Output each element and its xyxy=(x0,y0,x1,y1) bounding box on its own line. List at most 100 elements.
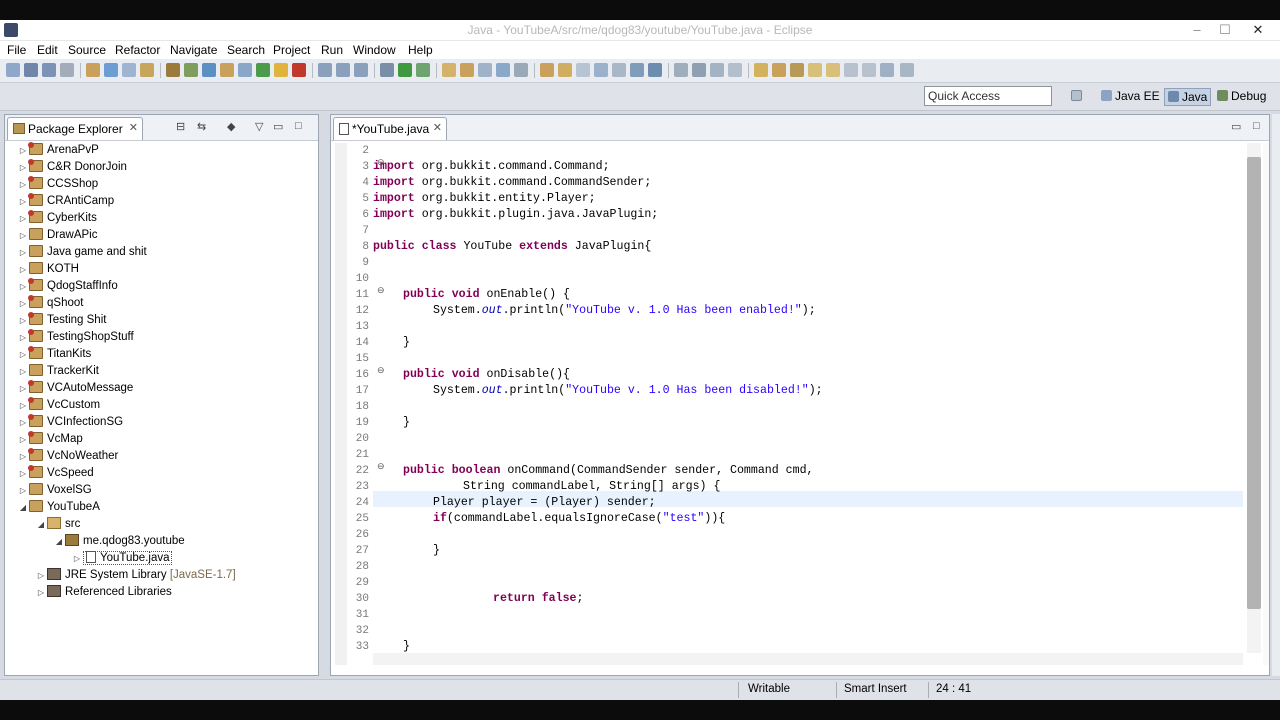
perspective-java-ee[interactable]: Java EE xyxy=(1098,88,1163,106)
view-menu-chevron-down-icon[interactable]: ▽ xyxy=(255,120,263,133)
new-folder-icon[interactable] xyxy=(220,63,234,77)
word-wrap-icon[interactable] xyxy=(710,63,724,77)
skip-breakpoints-icon[interactable] xyxy=(238,63,252,77)
expand-arrow-icon[interactable]: ▷ xyxy=(71,550,83,567)
menu-edit[interactable]: Edit xyxy=(37,43,58,57)
tree-item-project[interactable]: ▷ VoxelSG xyxy=(17,482,92,499)
expand-arrow-icon[interactable]: ▷ xyxy=(17,482,29,499)
expand-arrow-icon[interactable]: ▷ xyxy=(35,567,47,584)
tree-item-project[interactable]: ▷ CRAntiCamp xyxy=(17,193,114,210)
selected-file[interactable]: YouTube.java xyxy=(83,551,173,565)
open-file-icon[interactable] xyxy=(558,63,572,77)
previous-annotation-icon[interactable] xyxy=(772,63,786,77)
save-all-icon[interactable] xyxy=(42,63,56,77)
menu-project[interactable]: Project xyxy=(273,43,310,57)
step-over-icon[interactable] xyxy=(336,63,350,77)
perspective-debug[interactable]: Debug xyxy=(1214,88,1269,106)
history-icon[interactable] xyxy=(844,63,858,77)
menu-run[interactable]: Run xyxy=(321,43,343,57)
toggle-block-icon[interactable] xyxy=(514,63,528,77)
close-editor-tab-icon[interactable]: ✕ xyxy=(433,121,442,134)
new-icon[interactable] xyxy=(6,63,20,77)
tree-item-project[interactable]: ▷ VcMap xyxy=(17,431,83,448)
tree-item-project[interactable]: ▷ C&R DonorJoin xyxy=(17,159,127,176)
menu-window[interactable]: Window xyxy=(353,43,396,57)
expand-arrow-icon[interactable]: ▷ xyxy=(17,227,29,244)
package-icon[interactable] xyxy=(140,63,154,77)
package-explorer-tab[interactable]: Package Explorer ✕ xyxy=(7,117,143,140)
more-tools-icon[interactable] xyxy=(900,63,914,77)
server-icon[interactable] xyxy=(122,63,136,77)
suspend-icon[interactable] xyxy=(274,63,288,77)
terminate-icon[interactable] xyxy=(292,63,306,77)
tree-item-project[interactable]: ▷ qShoot xyxy=(17,295,83,312)
navigate-icon[interactable] xyxy=(880,63,894,77)
format-icon[interactable] xyxy=(728,63,742,77)
pin-icon[interactable] xyxy=(576,63,590,77)
menu-navigate[interactable]: Navigate xyxy=(170,43,217,57)
expand-arrow-icon[interactable]: ▷ xyxy=(35,584,47,601)
new-class-icon[interactable] xyxy=(202,63,216,77)
tree-item-src-folder[interactable]: ◢ src xyxy=(35,516,80,533)
tree-item-project[interactable]: ▷ VCInfectionSG xyxy=(17,414,123,431)
focus-icon[interactable]: ◆ xyxy=(227,120,235,133)
back-icon[interactable] xyxy=(808,63,822,77)
tree-item-project[interactable]: ▷ Testing Shit xyxy=(17,312,106,329)
tree-item-referenced-libraries[interactable]: ▷ Referenced Libraries xyxy=(35,584,172,601)
expand-arrow-icon[interactable]: ▷ xyxy=(17,244,29,261)
highlight-icon[interactable] xyxy=(612,63,626,77)
status-insert-mode[interactable]: Smart Insert xyxy=(844,683,907,695)
task-icon[interactable] xyxy=(594,63,608,77)
external-tools-icon[interactable] xyxy=(416,63,430,77)
tree-item-project[interactable]: ▷ CCSShop xyxy=(17,176,98,193)
minimize-editor-icon[interactable]: ▭ xyxy=(1231,120,1241,133)
save-icon[interactable] xyxy=(24,63,38,77)
terminal-icon[interactable] xyxy=(104,63,118,77)
close-package-explorer-icon[interactable]: ✕ xyxy=(129,121,138,134)
tree-item-project[interactable]: ▷ VcCustom xyxy=(17,397,100,414)
menu-search[interactable]: Search xyxy=(227,43,265,57)
collapse-arrow-icon[interactable]: ◢ xyxy=(35,516,47,533)
horizontal-scrollbar[interactable] xyxy=(373,653,1243,665)
close-window-button[interactable]: ✕ xyxy=(1245,21,1271,39)
editor-tab-youtube-java[interactable]: *YouTube.java ✕ xyxy=(333,117,447,140)
collapse-arrow-icon[interactable]: ◢ xyxy=(17,499,29,516)
tree-item-project[interactable]: ▷ VCAutoMessage xyxy=(17,380,133,397)
maximize-editor-icon[interactable]: □ xyxy=(1253,120,1260,132)
tree-item-jre-library[interactable]: ▷ JRE System Library [JavaSE-1.7] xyxy=(35,567,236,584)
tree-item-open-project[interactable]: ◢ YouTubeA xyxy=(17,499,100,516)
step-return-icon[interactable] xyxy=(354,63,368,77)
run-icon[interactable] xyxy=(398,63,412,77)
menu-refactor[interactable]: Refactor xyxy=(115,43,160,57)
mark-occurrences-icon[interactable] xyxy=(496,63,510,77)
tree-item-project[interactable]: ▷ VcNoWeather xyxy=(17,448,118,465)
ant-icon[interactable] xyxy=(630,63,644,77)
tree-item-project[interactable]: ▷ Java game and shit xyxy=(17,244,147,261)
sync-icon[interactable] xyxy=(862,63,876,77)
tree-item-package[interactable]: ◢ me.qdog83.youtube xyxy=(53,533,185,550)
step-into-icon[interactable] xyxy=(318,63,332,77)
code-area[interactable]: import org.bukkit.command.Command; impor… xyxy=(373,143,1243,665)
show-whitespace-icon[interactable] xyxy=(674,63,688,77)
quick-access-field[interactable]: Quick Access xyxy=(924,86,1052,106)
console-icon[interactable] xyxy=(648,63,662,77)
open-type-icon[interactable] xyxy=(86,63,100,77)
tree-item-project[interactable]: ▷ ArenaPvP xyxy=(17,142,99,159)
next-annotation-icon[interactable] xyxy=(754,63,768,77)
open-resource-icon[interactable] xyxy=(442,63,456,77)
tree-item-project[interactable]: ▷ TestingShopStuff xyxy=(17,329,134,346)
tree-item-java-file[interactable]: ▷ YouTube.java xyxy=(71,550,173,567)
tree-item-project[interactable]: ▷ TitanKits xyxy=(17,346,91,363)
perspective-java[interactable]: Java xyxy=(1164,88,1212,106)
collapse-arrow-icon[interactable]: ◢ xyxy=(53,533,65,550)
last-edit-icon[interactable] xyxy=(790,63,804,77)
new-project-icon[interactable] xyxy=(166,63,180,77)
tree-item-project[interactable]: ▷ TrackerKit xyxy=(17,363,99,380)
tree-item-project[interactable]: ▷ CyberKits xyxy=(17,210,97,227)
minimize-button[interactable]: – xyxy=(1184,21,1210,39)
debug-icon[interactable] xyxy=(380,63,394,77)
tree-item-project[interactable]: ▷ DrawAPic xyxy=(17,227,97,244)
menu-help[interactable]: Help xyxy=(408,43,433,57)
menu-source[interactable]: Source xyxy=(68,43,106,57)
vertical-scroll-thumb[interactable] xyxy=(1247,157,1261,609)
